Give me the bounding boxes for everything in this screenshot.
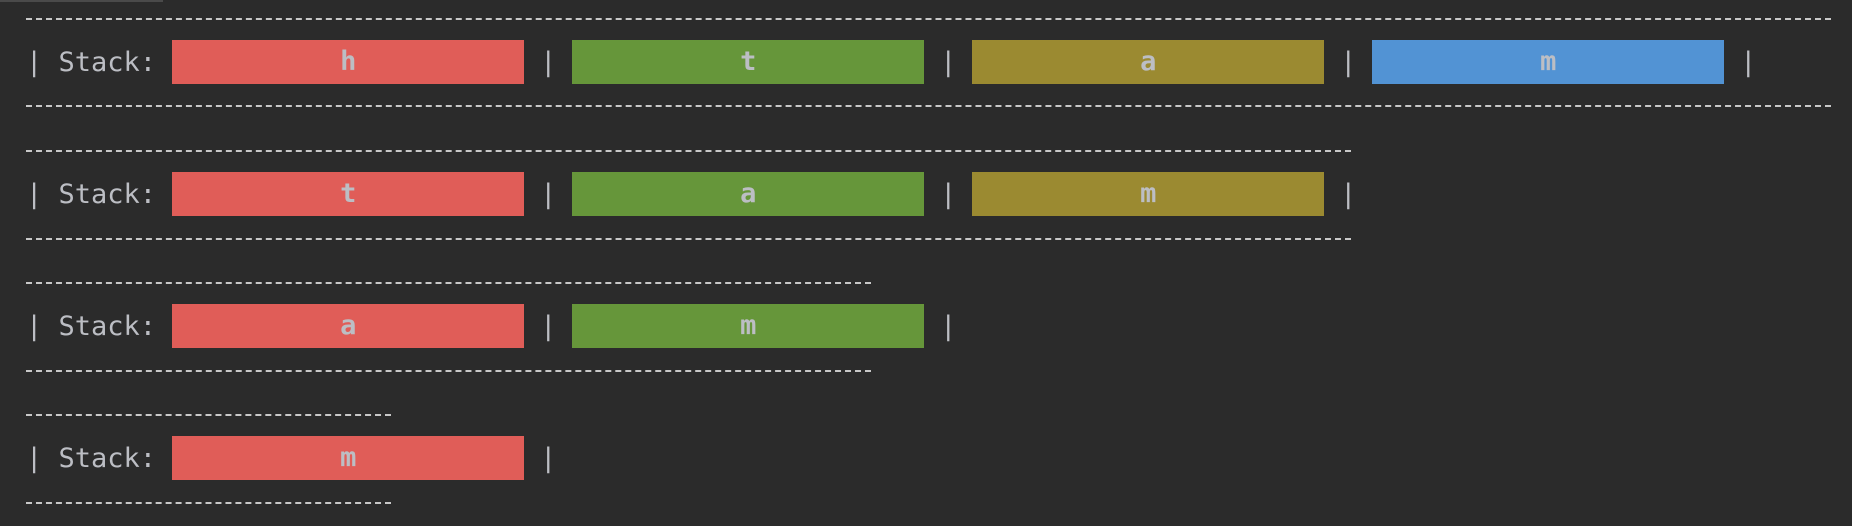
stack-cell: m xyxy=(1372,40,1725,84)
stack-cell: a xyxy=(572,172,925,216)
separator-line xyxy=(26,502,391,504)
stack-cell: t xyxy=(572,40,925,84)
cell-separator: | xyxy=(1740,46,1757,78)
separator-line xyxy=(26,414,391,416)
stack-label: | Stack: xyxy=(26,46,173,78)
stack-row: | Stack: m | xyxy=(26,436,572,480)
separator-line xyxy=(26,370,871,372)
stack-cell: m xyxy=(172,436,525,480)
separator-line xyxy=(26,150,1351,152)
separator-line xyxy=(26,105,1831,107)
cell-separator: | xyxy=(940,178,957,210)
separator-line xyxy=(26,238,1351,240)
stack-row: | Stack: h | t | a | m | xyxy=(26,40,1772,84)
cell-separator: | xyxy=(940,46,957,78)
window-top-border xyxy=(0,0,163,2)
separator-line xyxy=(26,282,871,284)
stack-row: | Stack: a | m | xyxy=(26,304,972,348)
stack-cell: m xyxy=(972,172,1325,216)
cell-separator: | xyxy=(540,442,557,474)
separator-line xyxy=(26,18,1831,20)
stack-label: | Stack: xyxy=(26,178,173,210)
stack-cell: h xyxy=(172,40,525,84)
cell-separator: | xyxy=(1340,178,1357,210)
cell-separator: | xyxy=(1340,46,1357,78)
stack-cell: t xyxy=(172,172,525,216)
stack-cell: a xyxy=(972,40,1325,84)
cell-separator: | xyxy=(540,46,557,78)
stack-label: | Stack: xyxy=(26,442,173,474)
stack-cell: a xyxy=(172,304,525,348)
stack-row: | Stack: t | a | m | xyxy=(26,172,1372,216)
cell-separator: | xyxy=(540,310,557,342)
cell-separator: | xyxy=(540,178,557,210)
cell-separator: | xyxy=(940,310,957,342)
stack-cell: m xyxy=(572,304,925,348)
stack-label: | Stack: xyxy=(26,310,173,342)
